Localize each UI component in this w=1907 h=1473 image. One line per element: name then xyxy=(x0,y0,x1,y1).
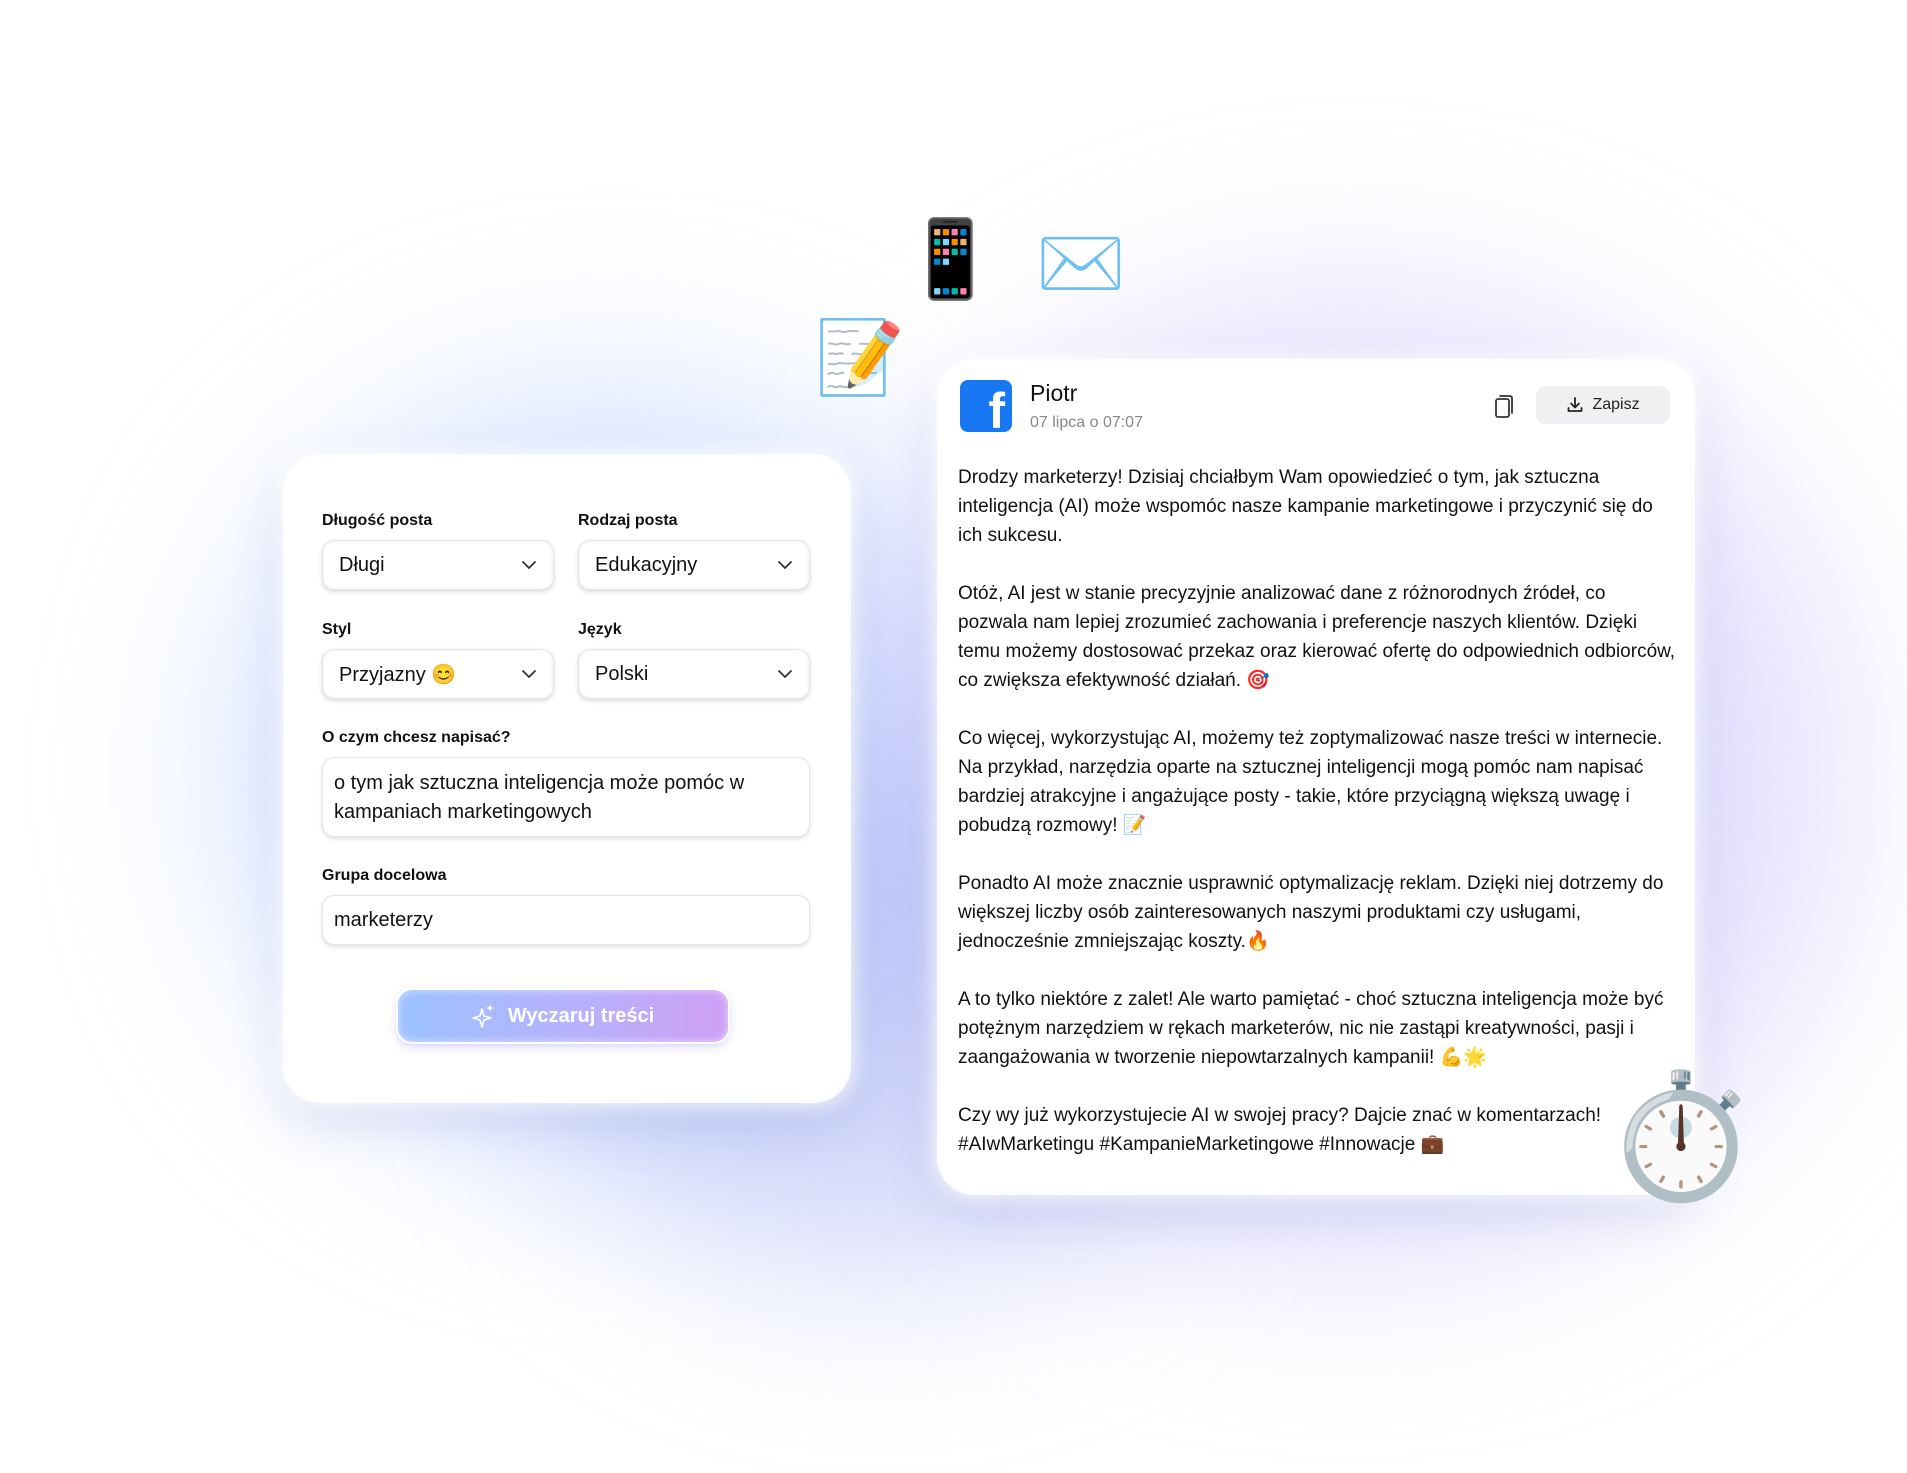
download-icon xyxy=(1568,397,1583,412)
length-label: Długość posta xyxy=(322,512,433,529)
memo-icon: 📝 xyxy=(815,318,905,398)
facebook-icon: f xyxy=(960,380,1012,432)
length-value: Długi xyxy=(339,553,385,576)
generate-label: Wyczaruj treści xyxy=(507,1004,655,1027)
sparkles-icon xyxy=(472,1004,494,1028)
envelope-icon: ✉️ xyxy=(1036,224,1126,304)
audience-input[interactable]: marketerzy xyxy=(322,895,810,945)
chevron-down-icon xyxy=(778,670,792,678)
language-select[interactable]: Polski xyxy=(578,649,810,699)
length-select[interactable]: Długi xyxy=(322,540,554,590)
post-date: 07 lipca o 07:07 xyxy=(1030,414,1143,431)
style-label: Styl xyxy=(322,621,352,638)
topic-label: O czym chcesz napisać? xyxy=(322,729,511,746)
chevron-down-icon xyxy=(778,561,792,569)
audience-label: Grupa docelowa xyxy=(322,867,447,884)
language-label: Język xyxy=(578,621,622,638)
type-label: Rodzaj posta xyxy=(578,512,678,529)
stopwatch-icon: ⏱️ xyxy=(1605,1068,1757,1204)
phone-icon: 📱 xyxy=(903,217,998,302)
post-paragraph: Otóż, AI jest w stanie precyzyjnie anali… xyxy=(958,583,1676,691)
post-body: Drodzy marketerzy! Dzisiaj chciałbym Wam… xyxy=(958,463,1676,1159)
style-select[interactable]: Przyjazny 😊 xyxy=(322,649,554,699)
save-button[interactable]: Zapisz xyxy=(1536,386,1670,424)
chevron-down-icon xyxy=(522,561,536,569)
style-value: Przyjazny 😊 xyxy=(339,663,457,686)
type-value: Edukacyjny xyxy=(595,553,698,576)
save-label: Zapisz xyxy=(1592,396,1640,413)
generate-button[interactable]: Wyczaruj treści xyxy=(398,990,728,1042)
chevron-down-icon xyxy=(522,670,536,678)
post-settings-form: Długość posta Długi Rodzaj posta Edukacy… xyxy=(286,457,848,1100)
post-paragraph: A to tylko niektóre z zalet! Ale warto p… xyxy=(958,989,1664,1068)
language-value: Polski xyxy=(595,662,649,685)
post-paragraph: Drodzy marketerzy! Dzisiaj chciałbym Wam… xyxy=(958,467,1653,546)
post-author: Piotr xyxy=(1030,380,1078,406)
generated-post-card: f Piotr 07 lipca o 07:07 Zapisz Drodzy m… xyxy=(940,362,1692,1192)
copy-icon[interactable] xyxy=(1487,392,1517,422)
post-paragraph: Czy wy już wykorzystujecie AI w swojej p… xyxy=(958,1105,1602,1155)
post-paragraph: Co więcej, wykorzystując AI, możemy też … xyxy=(958,728,1663,836)
post-paragraph: Ponadto AI może znacznie usprawnić optym… xyxy=(958,873,1664,952)
topic-textarea[interactable]: o tym jak sztuczna inteligencja może pom… xyxy=(322,757,810,837)
type-select[interactable]: Edukacyjny xyxy=(578,540,810,590)
